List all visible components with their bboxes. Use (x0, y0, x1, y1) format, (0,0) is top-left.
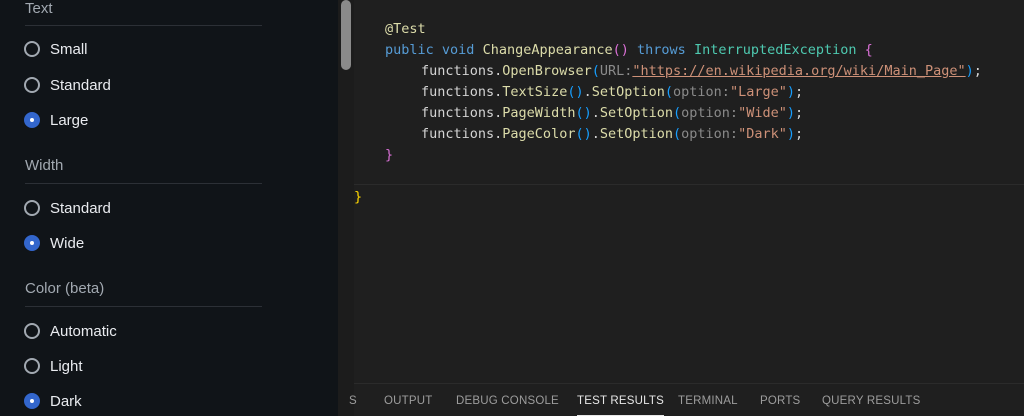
object-token: functions (421, 63, 495, 79)
option-label: Automatic (50, 322, 117, 340)
radio-button[interactable] (24, 323, 40, 339)
text-option-large[interactable]: Large (24, 109, 88, 131)
tab-query-results[interactable]: QUERY RESULTS (822, 395, 920, 407)
parameter-hint: option: (681, 126, 739, 142)
string-token: "Large" (729, 84, 787, 100)
option-label: Small (50, 40, 88, 58)
brace-token: } (354, 189, 363, 205)
color-option-automatic[interactable]: Automatic (24, 320, 117, 342)
url-string-link[interactable]: "https://en.wikipedia.org/wiki/Main_Page… (632, 63, 965, 79)
method-call-token: PageColor (502, 126, 576, 142)
keyword-token: public (385, 42, 434, 58)
color-option-light[interactable]: Light (24, 355, 83, 377)
option-label: Standard (50, 199, 111, 217)
radio-button-selected[interactable] (24, 393, 40, 409)
text-option-small[interactable]: Small (24, 38, 88, 60)
code-line-page-width: functions.PageWidth().SetOption(option:"… (421, 105, 804, 121)
object-token: functions (421, 84, 495, 100)
radio-button[interactable] (24, 77, 40, 93)
color-option-dark[interactable]: Dark (24, 390, 82, 412)
option-label: Dark (50, 392, 82, 410)
radio-button[interactable] (24, 200, 40, 216)
radio-button[interactable] (24, 41, 40, 57)
code-line-method-close: } (385, 145, 393, 166)
method-call-token: SetOption (599, 126, 674, 142)
radio-button-selected[interactable] (24, 235, 40, 251)
width-option-wide[interactable]: Wide (24, 232, 84, 254)
section-divider (25, 183, 262, 184)
parameter-hint: option: (681, 105, 739, 121)
annotation-token: @Test (385, 21, 426, 37)
method-name-token: ChangeAppearance (482, 42, 613, 58)
scrollbar-thumb[interactable] (341, 0, 351, 70)
code-line-open-browser: functions.OpenBrowser(URL:"https://en.wi… (421, 63, 982, 79)
object-token: functions (421, 126, 495, 142)
method-call-token: SetOption (599, 105, 674, 121)
parameter-hint: option: (673, 84, 730, 100)
radio-button-selected[interactable] (24, 112, 40, 128)
paren-token: () (612, 42, 629, 58)
option-label: Large (50, 111, 89, 129)
option-label: Light (50, 357, 83, 375)
width-option-standard[interactable]: Standard (24, 197, 111, 219)
parameter-hint: URL: (599, 63, 633, 79)
method-call-token: SetOption (591, 84, 665, 100)
color-section-heading: Color (beta) (25, 280, 105, 297)
text-option-standard[interactable]: Standard (24, 74, 111, 96)
keyword-token: void (441, 42, 475, 58)
code-line-method-signature: public void ChangeAppearance() throws In… (385, 40, 873, 61)
brace-token: { (864, 42, 873, 58)
keyword-token: throws (637, 42, 686, 58)
object-token: functions (421, 105, 495, 121)
panel-tab-bar: S OUTPUT DEBUG CONSOLE TEST RESULTS TERM… (349, 383, 1024, 416)
code-editor[interactable]: @Test public void ChangeAppearance() thr… (354, 0, 1024, 383)
width-section-heading: Width (25, 157, 64, 174)
method-call-token: TextSize (502, 84, 568, 100)
method-call-token: PageWidth (502, 105, 576, 121)
tab-truncated[interactable]: S (349, 395, 357, 407)
option-label: Wide (50, 234, 85, 252)
tab-terminal[interactable]: TERMINAL (678, 395, 738, 407)
option-label: Standard (50, 76, 111, 94)
code-line-text-size: functions.TextSize().SetOption(option:"L… (421, 84, 804, 100)
section-divider (25, 306, 262, 307)
editor-separator (354, 184, 1024, 185)
tab-test-results[interactable]: TEST RESULTS (577, 395, 664, 416)
section-divider (25, 25, 262, 26)
tab-ports[interactable]: PORTS (760, 395, 800, 407)
brace-token: } (385, 147, 394, 163)
string-token: "Dark" (738, 126, 787, 142)
text-section-heading: Text (25, 0, 53, 17)
string-token: "Wide" (738, 105, 787, 121)
code-line-annotation: @Test (385, 19, 426, 40)
appearance-panel: Text Small Standard Large Width Standard… (0, 0, 338, 416)
tab-output[interactable]: OUTPUT (384, 395, 432, 407)
radio-button[interactable] (24, 358, 40, 374)
code-line-page-color: functions.PageColor().SetOption(option:"… (421, 126, 804, 142)
method-call-token: OpenBrowser (502, 63, 592, 79)
exception-type-token: InterruptedException (693, 42, 857, 58)
tab-debug-console[interactable]: DEBUG CONSOLE (456, 395, 559, 407)
code-line-class-close: } (354, 187, 362, 208)
panel-scrollbar[interactable] (338, 0, 354, 416)
